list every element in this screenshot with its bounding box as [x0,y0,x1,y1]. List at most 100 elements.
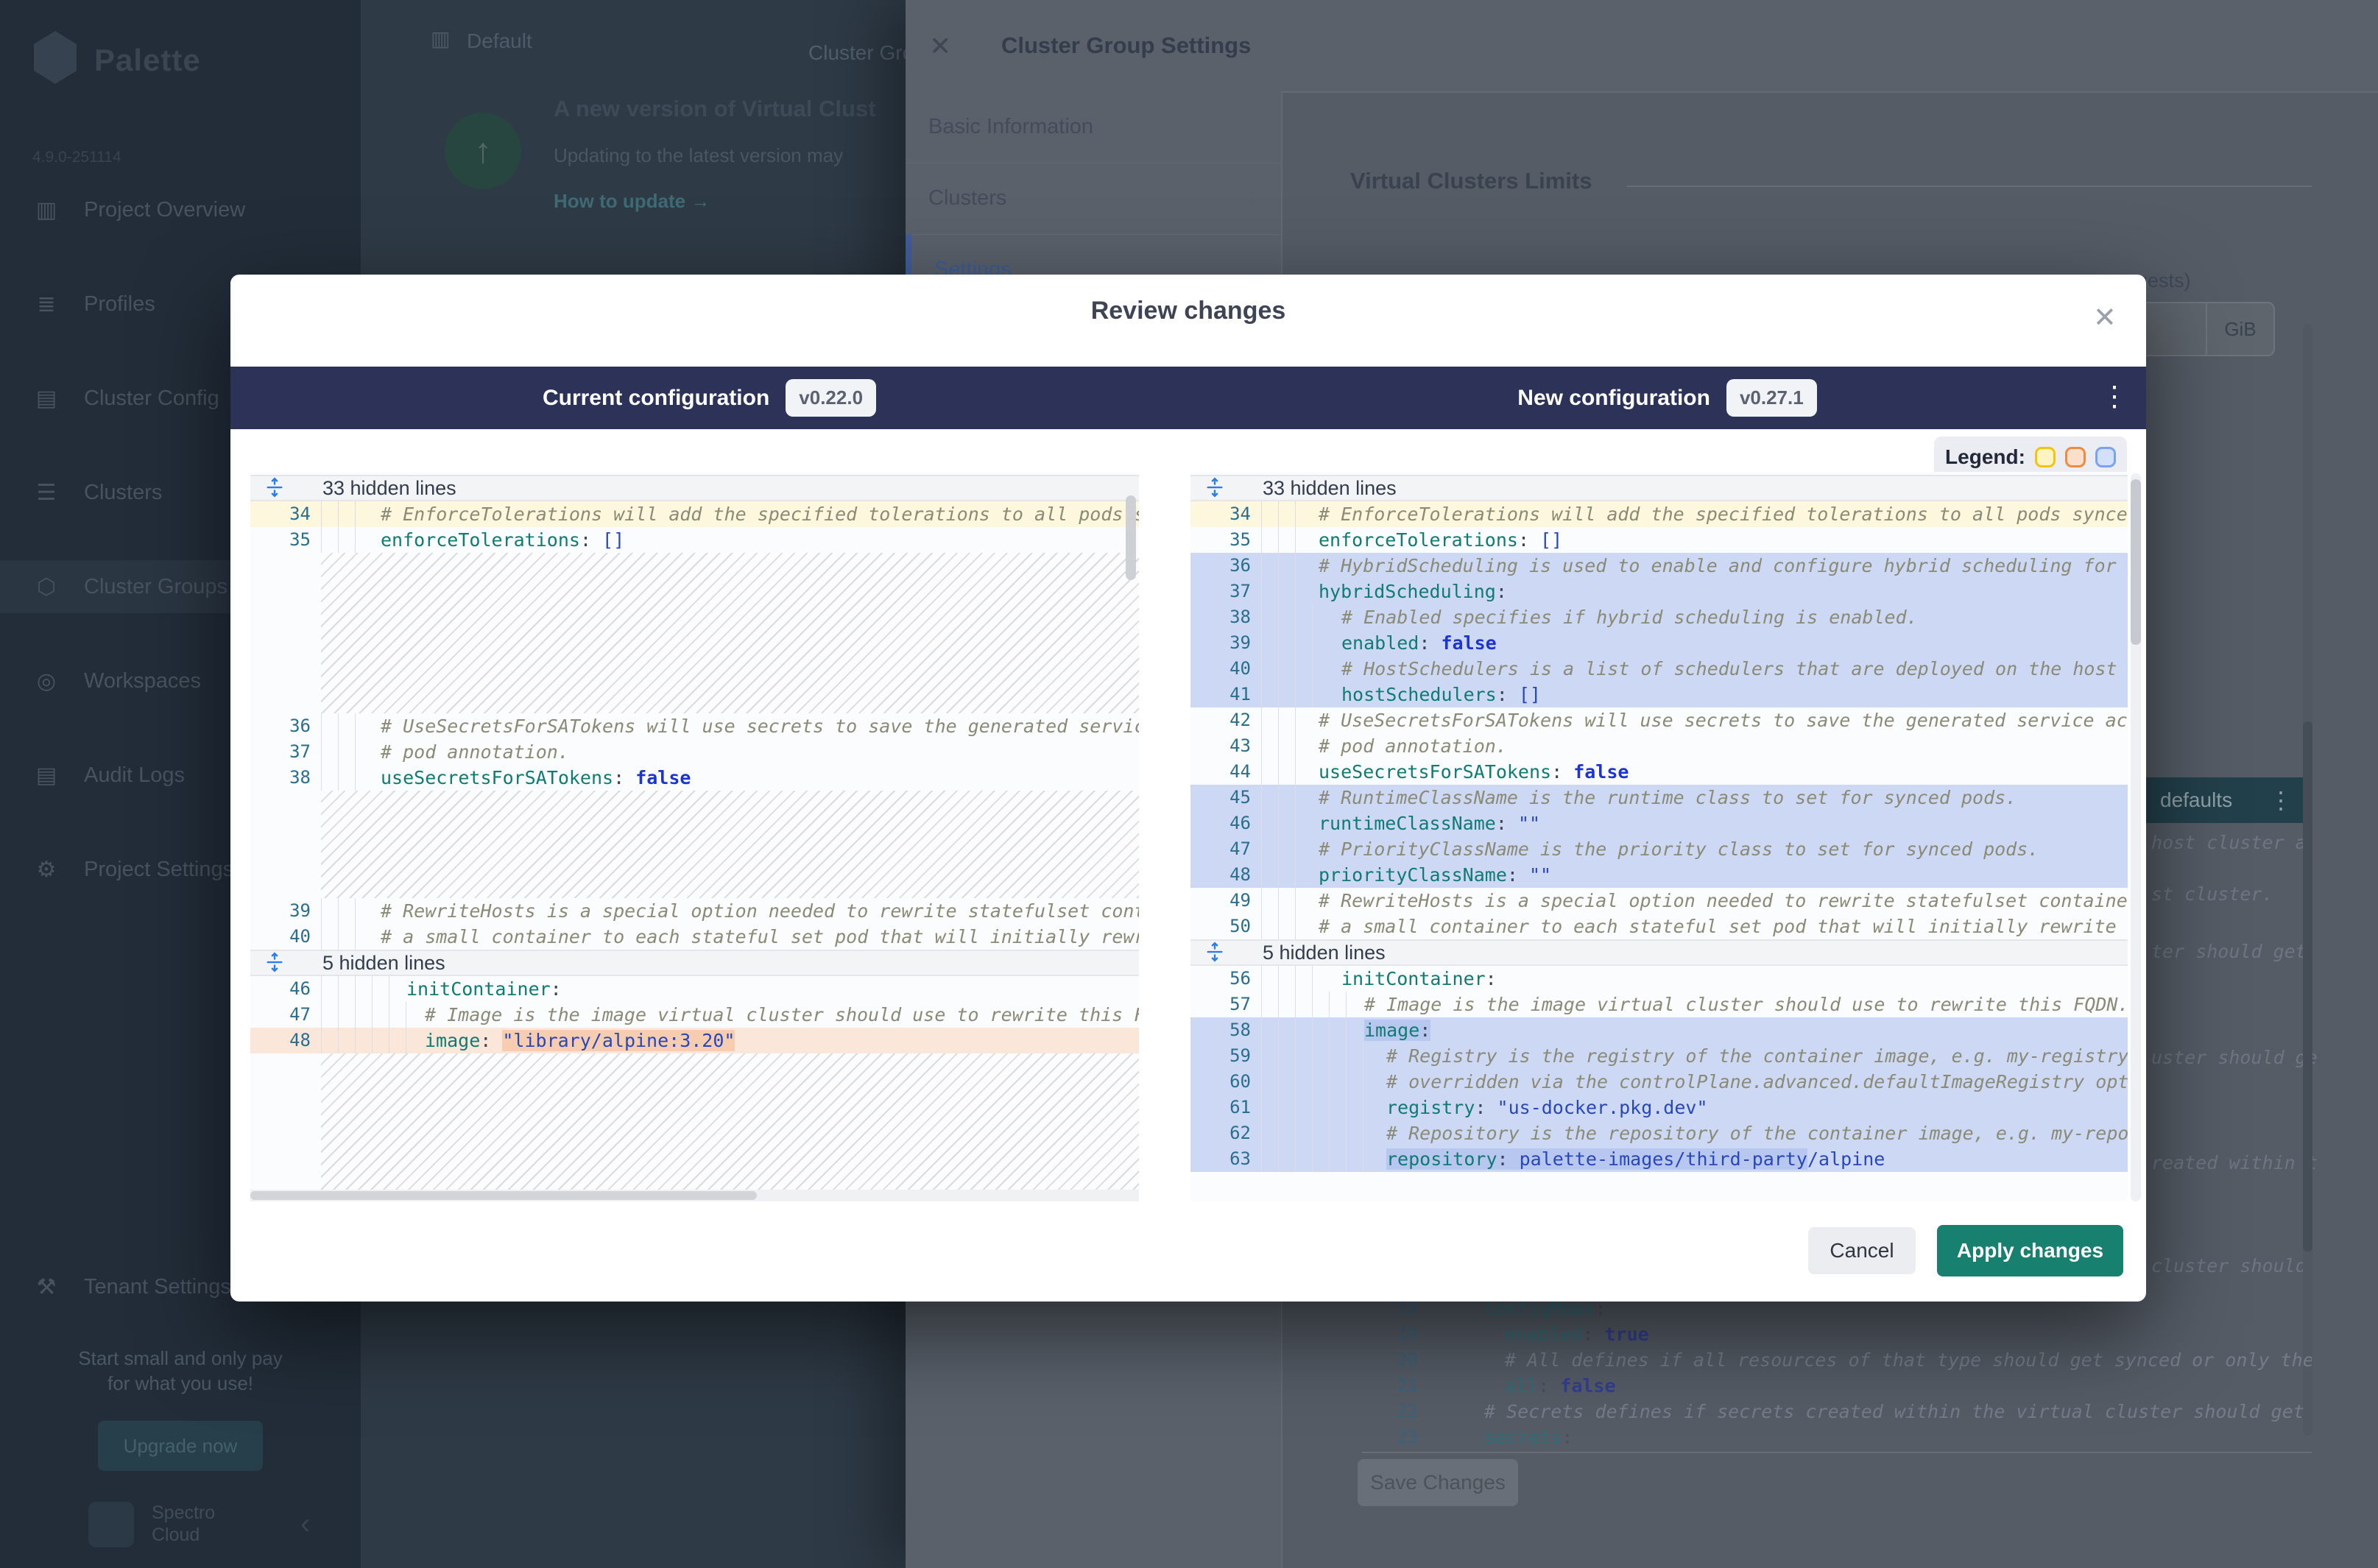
gear-icon: ⚙ [34,857,59,883]
line-number: 37 [1190,579,1251,604]
line-number: 62 [1190,1120,1251,1146]
how-to-update-link[interactable]: How to update → [554,190,710,213]
code-line-45: 45# RuntimeClassName is the runtime clas… [1190,785,2128,811]
hidden-lines-row: 33 hidden lines [250,475,1139,501]
code-line-37: 37hybridScheduling: [1190,579,2128,604]
bg-code-line-23: 23secrets: [1362,1424,2312,1450]
kebab-menu-icon[interactable]: ⋮ [2269,786,2293,814]
upgrade-now-button[interactable]: Upgrade now [98,1421,263,1471]
project-selector[interactable]: Default [467,29,532,53]
doc-icon: ▤ [34,763,59,788]
line-number: 45 [1190,785,1251,811]
unit-label: GiB [2206,303,2273,355]
code-line-56: 56initContainer: [1190,966,2128,992]
legend-modified-chip [2035,447,2056,467]
drawer-close-icon[interactable]: ✕ [929,31,951,62]
diff-options-menu-icon[interactable]: ⋮ [2100,380,2128,413]
update-banner-subtitle: Updating to the latest version may [554,144,843,167]
sidebar-collapse-icon[interactable]: ‹ [300,1508,310,1541]
line-number: 40 [1190,656,1251,682]
bg-code-fragment: st cluster. [2151,883,2273,905]
save-changes-button[interactable]: Save Changes [1358,1459,1518,1506]
line-number: 40 [250,924,311,950]
code-line-34: 34# EnforceTolerations will add the spec… [1190,501,2128,527]
code-line-39: 39enabled: false [1190,630,2128,656]
code-line-50: 50# a small container to each stateful s… [1190,914,2128,939]
line-number: 47 [1190,836,1251,862]
current-config-code-panel[interactable]: 33 hidden lines34# EnforceTolerations wi… [250,472,1139,1201]
code-line-49: 49# RewriteHosts is a special option nee… [1190,888,2128,914]
line-number: 58 [1190,1017,1251,1043]
right-panel-scrollbar-thumb[interactable] [2131,479,2141,645]
line-number: 46 [1190,811,1251,836]
cancel-button[interactable]: Cancel [1808,1227,1916,1274]
code-line-38: 38# Enabled specifies if hybrid scheduli… [1190,604,2128,630]
code-line-39: 39# RewriteHosts is a special option nee… [250,898,1139,924]
line-number: 56 [1190,966,1251,992]
drawer-title: Cluster Group Settings [1001,32,1251,59]
drawer-item-basic-information[interactable]: Basic Information › [906,91,1281,163]
line-number: 63 [1190,1146,1251,1172]
modal-close-icon[interactable]: ✕ [2093,301,2117,334]
code-line-62: 62# Repository is the repository of the … [1190,1120,2128,1146]
line-number: 39 [250,898,311,924]
palette-logo-text: Palette [94,43,201,78]
code-line-36: 36# HybridScheduling is used to enable a… [1190,553,2128,579]
update-banner-title: A new version of Virtual Clust [554,96,876,122]
bg-code-fragment: reated within t [2151,1152,2318,1173]
line-number: 61 [1190,1095,1251,1120]
drawer-item-clusters[interactable]: Clusters › [906,163,1281,235]
line-number: 37 [250,739,311,765]
unfold-icon[interactable] [1204,476,1227,500]
app-root: Palette 4.9.0-251114 ▥ Project Overview … [0,0,2378,1568]
nodes-icon: ⬡ [34,574,59,600]
unfold-icon[interactable] [264,951,287,975]
line-number: 57 [1190,992,1251,1017]
hidden-lines-row: 5 hidden lines [1190,939,2128,966]
bg-code-line-19: 19enabled: true [1362,1321,2312,1347]
code-line-36: 36# UseSecretsForSATokens will use secre… [250,713,1139,739]
hidden-lines-label: 33 hidden lines [1263,477,1397,500]
breadcrumb: Cluster Gro [808,41,914,65]
line-number: 49 [1190,888,1251,914]
hidden-lines-label: 33 hidden lines [322,477,456,500]
line-number: 48 [1190,862,1251,888]
code-line-44: 44useSecretsForSATokens: false [1190,759,2128,785]
code-line-46: 46runtimeClassName: "" [1190,811,2128,836]
hidden-lines-row: 33 hidden lines [1190,475,2128,501]
virtual-clusters-limits-title: Virtual Clusters Limits [1350,168,1592,194]
modal-title: Review changes [230,297,2146,325]
sidebar-item-project-overview[interactable]: ▥ Project Overview [0,183,361,236]
line-number: 41 [1190,682,1251,707]
new-config-code-panel[interactable]: 33 hidden lines34# EnforceTolerations wi… [1190,472,2128,1201]
project-icon: ▥ [431,27,450,51]
line-number: 39 [1190,630,1251,656]
line-number: 38 [1190,604,1251,630]
left-panel-scrollbar-thumb[interactable] [1126,495,1136,580]
horizontal-scrollbar[interactable] [250,1190,1139,1201]
drawer-scrollbar-thumb[interactable] [2303,721,2312,1251]
code-line-47: 47# Image is the image virtual cluster s… [250,1002,1139,1028]
code-line-38: 38useSecretsForSATokens: false [250,765,1139,791]
bg-code-line-21: 21all: false [1362,1373,2312,1399]
bg-code-fragment: ter should get [2151,941,2307,962]
background-yaml-editor: 18configMaps:19enabled: true20# All defi… [1362,1296,2312,1452]
unfold-icon[interactable] [264,476,287,500]
hidden-lines-label: 5 hidden lines [322,952,445,975]
review-changes-modal: Review changes ✕ Current configuration v… [230,275,2146,1302]
current-config-header: Current configuration v0.22.0 [230,367,1188,429]
line-number: 36 [250,713,311,739]
line-number: 46 [250,976,311,1002]
code-line-48: 48priorityClassName: "" [1190,862,2128,888]
code-line-40: 40# a small container to each stateful s… [250,924,1139,950]
bg-code-line-20: 20# All defines if all resources of that… [1362,1347,2312,1373]
apply-changes-button[interactable]: Apply changes [1937,1225,2123,1276]
unfold-icon[interactable] [1204,941,1227,964]
collapsed-region-hatch [250,553,1139,713]
line-number: 50 [1190,914,1251,939]
hidden-lines-row: 5 hidden lines [250,950,1139,976]
line-number: 43 [1190,733,1251,759]
chevron-right-icon: › [1248,113,1256,142]
list-icon: ☰ [34,480,59,506]
promo-text: Start small and only payfor what you use… [0,1346,361,1396]
